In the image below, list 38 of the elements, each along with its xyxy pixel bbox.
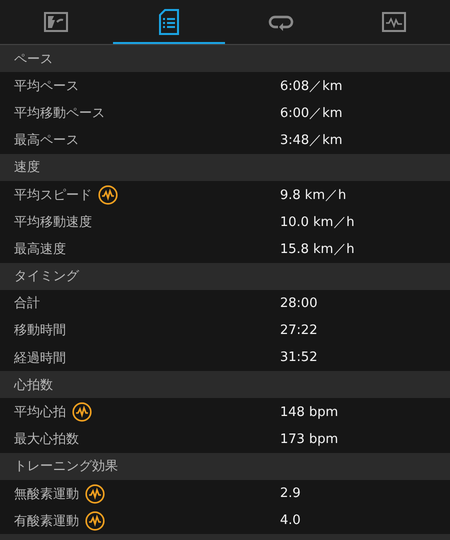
stat-value: 27:22 [280,322,318,338]
section-title: ペース [14,50,53,68]
section-title: タイミング [14,268,79,286]
stat-label: 経過時間 [14,350,66,367]
stat-label: 合計 [14,295,40,312]
stat-label: 有酸素運動 [14,512,79,530]
stat-label: 平均ペース [14,78,79,95]
stat-value: 6:08／km [280,78,342,95]
stat-value: 9.8 km／h [280,186,346,204]
chart-icon[interactable] [85,484,105,504]
stat-value: 3:48／km [280,132,342,150]
stat-label: 最高速度 [14,240,66,258]
stat-label: 最大心拍数 [14,431,79,448]
section-title: トレーニング効果 [14,458,118,476]
chart-icon[interactable] [85,510,105,531]
stat-value: 10.0 km／h [280,214,355,231]
section-title: 速度 [14,159,40,176]
chart-icon[interactable] [98,184,118,205]
stat-value: 6:00／km [280,104,342,122]
chart-icon[interactable] [72,402,92,422]
stat-label: 平均移動ペース [14,104,105,122]
stat-value: 2.9 [280,486,301,502]
stat-label: 平均心拍 [14,404,66,422]
stat-label: 平均スピード [14,186,92,204]
list-icon [158,9,179,35]
stat-value: 148 bpm [280,404,338,420]
section-title: 心拍数 [14,376,53,394]
stat-value: 173 bpm [280,432,338,447]
stat-value: 15.8 km／h [280,240,355,258]
stat-value: 31:52 [280,350,318,366]
stat-label: 無酸素運動 [14,486,79,503]
map-icon [44,12,68,32]
stat-label: 移動時間 [14,322,66,340]
stat-label: 最高ペース [14,132,79,150]
stat-value: 28:00 [280,296,318,311]
activity-icon [382,12,406,32]
stat-value: 4.0 [280,513,301,528]
stat-label: 平均移動速度 [14,214,92,231]
